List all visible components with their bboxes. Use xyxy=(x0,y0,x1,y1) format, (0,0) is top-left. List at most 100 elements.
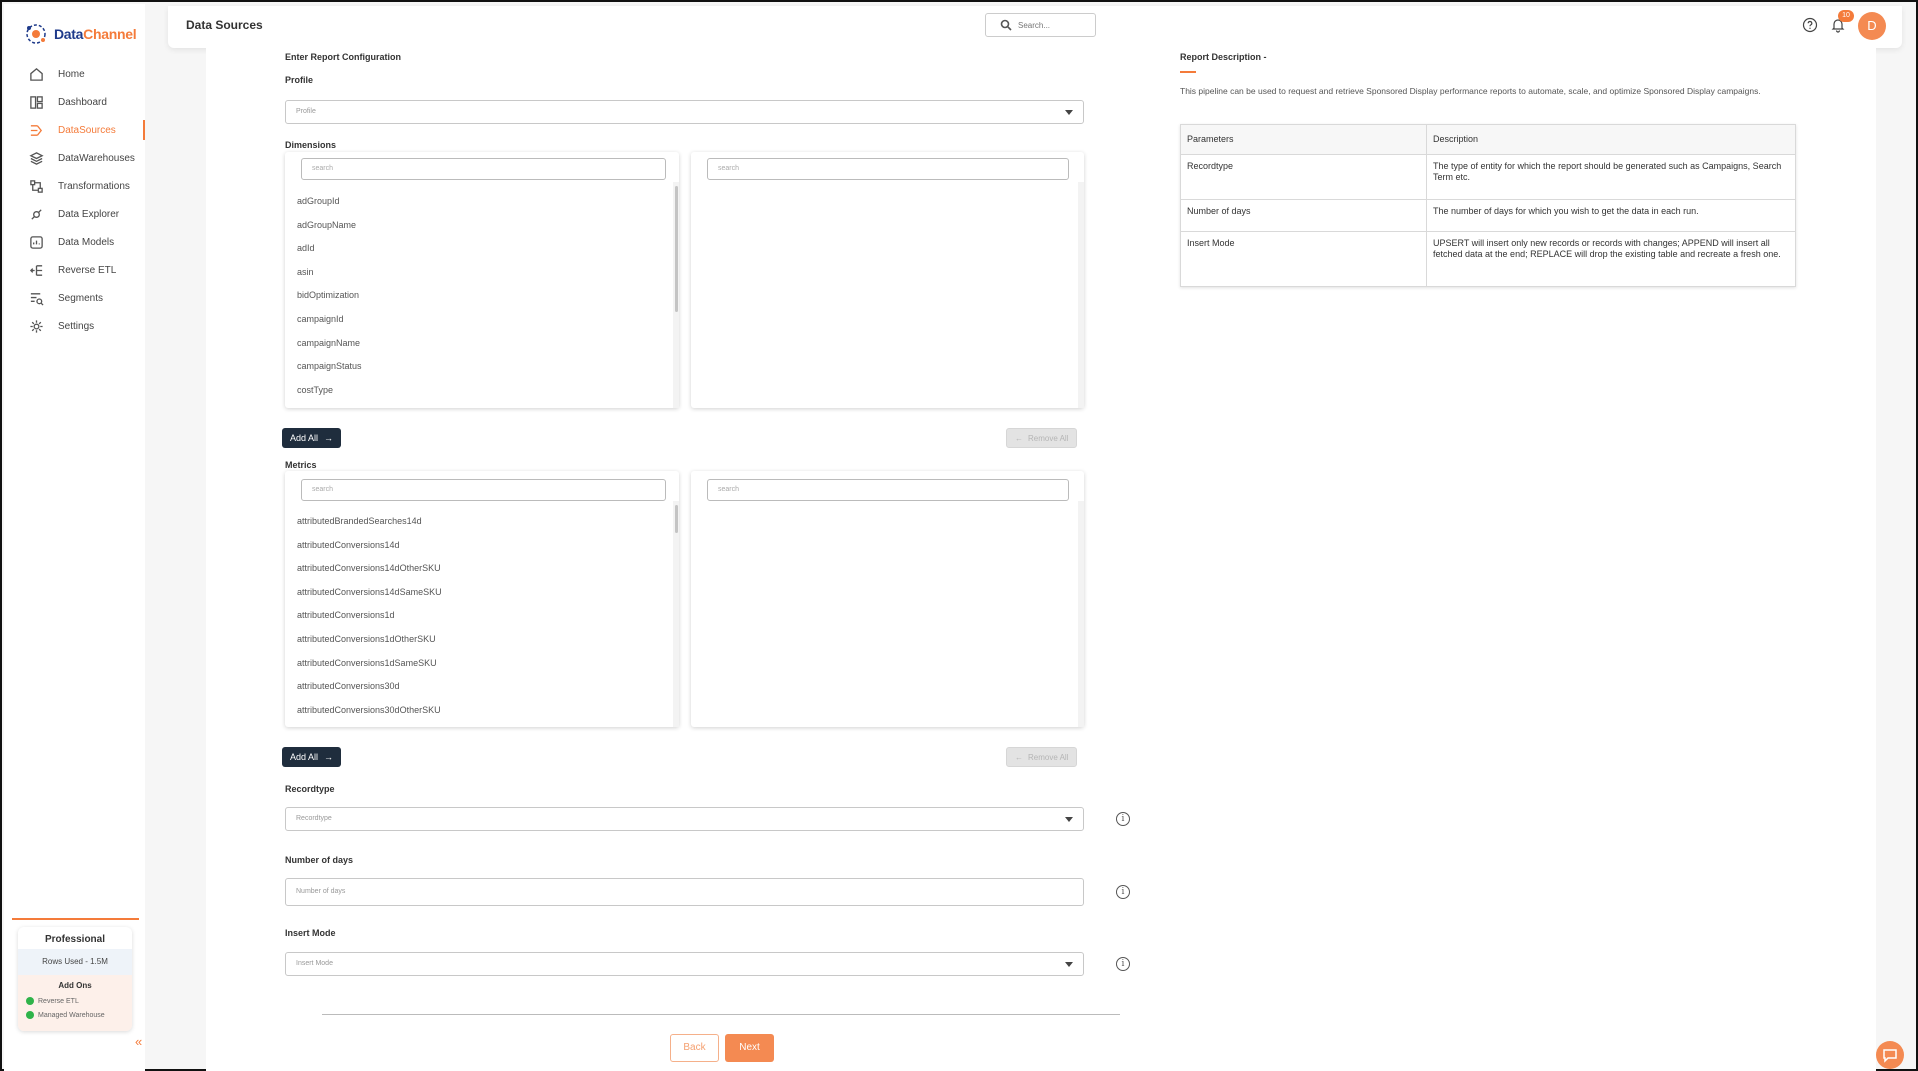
sidebar-item-label: Segments xyxy=(58,292,104,304)
list-item[interactable]: campaignId xyxy=(297,308,362,332)
list-item[interactable]: attributedConversions1dOtherSKU xyxy=(297,628,442,652)
metrics-available-list: search attributedBrandedSearches14d attr… xyxy=(285,471,679,727)
list-item[interactable]: attributedBrandedSearches14d xyxy=(297,510,442,534)
addon-item: Managed Warehouse xyxy=(18,1008,132,1022)
parameters-table: Parameters Description Recordtype The ty… xyxy=(1180,124,1796,287)
list-item[interactable]: adId xyxy=(297,237,362,261)
list-item[interactable]: campaignName xyxy=(297,332,362,356)
section-title: Enter Report Configuration xyxy=(285,52,401,62)
chevron-down-icon xyxy=(1065,110,1073,115)
scrollbar[interactable] xyxy=(673,501,679,727)
collapse-sidebar-icon[interactable]: « xyxy=(135,1034,142,1049)
chevron-down-icon xyxy=(1065,817,1073,822)
chat-button[interactable] xyxy=(1876,1041,1904,1069)
sidebar-item-segments[interactable]: Segments xyxy=(4,284,145,312)
scrollbar-thumb[interactable] xyxy=(675,505,678,533)
list-item[interactable]: adGroupId xyxy=(297,190,362,214)
sidebar-item-data-explorer[interactable]: Data Explorer xyxy=(4,200,145,228)
search-input[interactable] xyxy=(1018,20,1088,30)
check-icon xyxy=(26,1011,34,1019)
sidebar-nav: Home Dashboard DataSources DataWarehouse… xyxy=(4,60,145,340)
list-item[interactable]: attributedConversions14d xyxy=(297,534,442,558)
param-cell: Recordtype xyxy=(1180,154,1427,200)
list-item[interactable]: attributedConversions1dSameSKU xyxy=(297,652,442,676)
info-icon[interactable]: i xyxy=(1116,885,1130,899)
list-item[interactable]: bidOptimization xyxy=(297,284,362,308)
insert-mode-select[interactable]: Insert Mode xyxy=(285,952,1084,976)
sidebar-item-label: Data Models xyxy=(58,236,115,248)
sidebar-item-label: Reverse ETL xyxy=(58,264,117,276)
list-item[interactable]: asin xyxy=(297,261,362,285)
back-button[interactable]: Back xyxy=(670,1034,719,1062)
chevron-down-icon xyxy=(1065,962,1073,967)
column-header: Description xyxy=(1426,124,1796,155)
transform-icon xyxy=(28,178,44,194)
form-divider xyxy=(322,1014,1120,1015)
desc-cell: The number of days for which you wish to… xyxy=(1426,199,1796,232)
sidebar-item-reverse-etl[interactable]: Reverse ETL xyxy=(4,256,145,284)
sidebar-item-datasources[interactable]: DataSources xyxy=(4,116,145,144)
plan-title: Professional xyxy=(44,934,106,945)
sidebar-item-label: Transformations xyxy=(58,180,130,192)
next-button[interactable]: Next xyxy=(725,1034,774,1062)
scrollbar-thumb[interactable] xyxy=(675,186,678,312)
remove-all-metrics-button[interactable]: ← Remove All xyxy=(1006,747,1078,767)
desc-cell: The type of entity for which the report … xyxy=(1426,154,1796,200)
info-icon[interactable]: i xyxy=(1116,957,1130,971)
profile-select[interactable]: Profile xyxy=(285,100,1084,124)
list-item[interactable]: attributedConversions30dOtherSKU xyxy=(297,699,442,723)
gear-icon xyxy=(28,318,44,334)
sidebar-item-label: Settings xyxy=(58,320,95,332)
sidebar-item-settings[interactable]: Settings xyxy=(4,312,145,340)
arrow-left-icon: ← xyxy=(1015,433,1023,443)
add-all-dimensions-button[interactable]: Add All → xyxy=(282,428,342,448)
selected-dimensions-search-input[interactable]: search xyxy=(707,158,1069,180)
dimensions-selected-list: search xyxy=(691,152,1084,408)
chat-icon xyxy=(1883,1049,1897,1063)
list-item[interactable]: adGroupName xyxy=(297,214,362,238)
arrow-left-icon: ← xyxy=(1015,752,1023,762)
desc-cell: UPSERT will insert only new records or r… xyxy=(1426,231,1796,287)
list-item[interactable]: attributedConversions14dSameSKU xyxy=(297,581,442,605)
scrollbar[interactable] xyxy=(1078,182,1084,408)
page-title: Data Sources xyxy=(186,18,263,32)
logo[interactable]: DataChannel xyxy=(24,22,137,46)
days-input[interactable]: Number of days xyxy=(285,878,1084,906)
list-item[interactable]: attributedConversions14dOtherSKU xyxy=(297,557,442,581)
list-item[interactable]: costType xyxy=(297,379,362,403)
info-icon[interactable]: i xyxy=(1116,812,1130,826)
scrollbar[interactable] xyxy=(673,182,679,408)
list-item[interactable]: attributedConversions1d xyxy=(297,604,442,628)
check-icon xyxy=(26,997,34,1005)
list-item[interactable]: attributedConversions30d xyxy=(297,675,442,699)
recordtype-select[interactable]: Recordtype xyxy=(285,807,1084,831)
sidebar-item-home[interactable]: Home xyxy=(4,60,145,88)
addon-item: Reverse ETL xyxy=(18,994,132,1008)
sidebar-item-dashboard[interactable]: Dashboard xyxy=(4,88,145,116)
remove-all-dimensions-button[interactable]: ← Remove All xyxy=(1006,428,1078,448)
arrow-right-icon: → xyxy=(324,433,334,443)
sidebar-item-label: Home xyxy=(58,68,85,80)
column-header: Parameters xyxy=(1180,124,1427,155)
metrics-search-input[interactable]: search xyxy=(301,479,666,501)
sidebar-item-transformations[interactable]: Transformations xyxy=(4,172,145,200)
help-icon[interactable] xyxy=(1802,17,1818,33)
table-row: Insert Mode UPSERT will insert only new … xyxy=(1180,231,1796,287)
sidebar-item-datawarehouses[interactable]: DataWarehouses xyxy=(4,144,145,172)
dimensions-items: adGroupId adGroupName adId asin bidOptim… xyxy=(297,190,362,402)
scrollbar[interactable] xyxy=(1078,501,1084,727)
title-underline xyxy=(1180,71,1196,73)
avatar[interactable]: D xyxy=(1858,12,1886,40)
notification-badge: 10 xyxy=(1838,10,1854,22)
plan-card: Professional Rows Used - 1.5M Add Ons Re… xyxy=(18,927,132,1031)
global-search[interactable] xyxy=(985,13,1096,37)
rows-used: Rows Used - 1.5M xyxy=(18,949,132,975)
list-item[interactable]: campaignStatus xyxy=(297,355,362,379)
sidebar-item-data-models[interactable]: Data Models xyxy=(4,228,145,256)
profile-label: Profile xyxy=(285,75,314,85)
selected-metrics-search-input[interactable]: search xyxy=(707,479,1069,501)
dimensions-search-input[interactable]: search xyxy=(301,158,666,180)
days-label: Number of days xyxy=(285,855,354,865)
add-all-metrics-button[interactable]: Add All → xyxy=(282,747,342,767)
table-row: Recordtype The type of entity for which … xyxy=(1180,154,1796,200)
